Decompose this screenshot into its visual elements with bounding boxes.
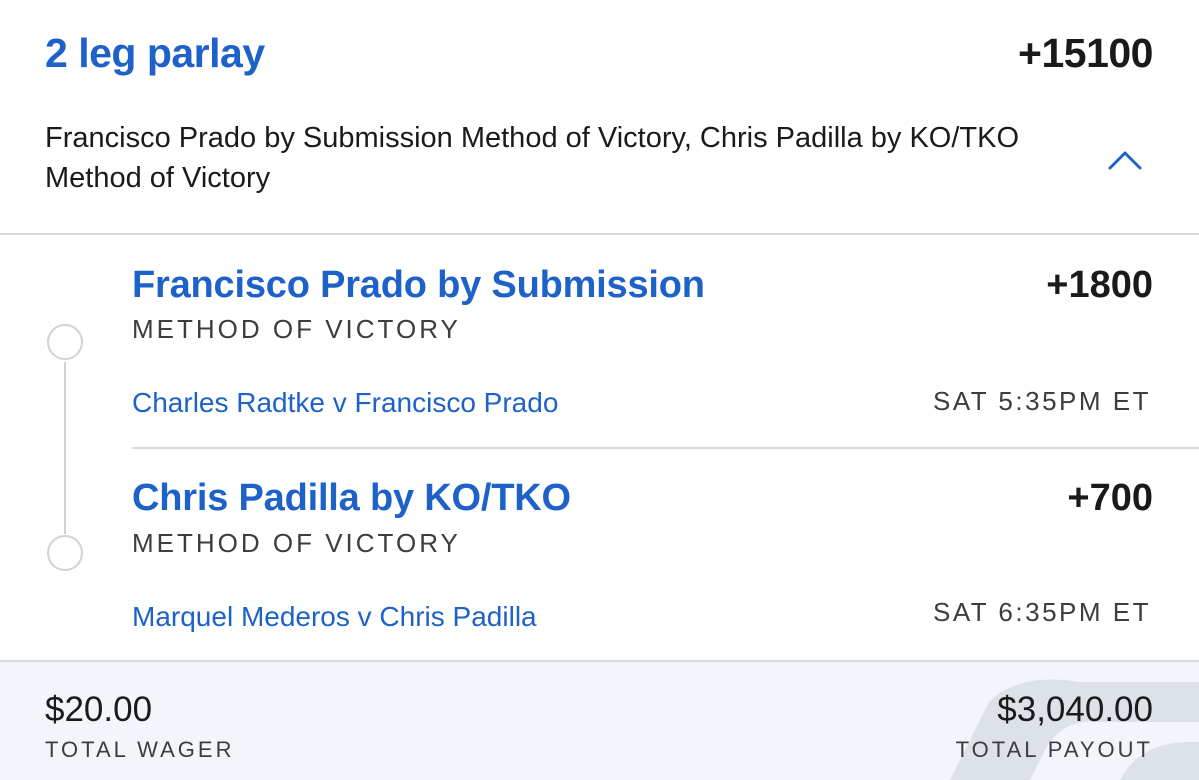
header-divider bbox=[0, 233, 1199, 235]
chevron-up-icon bbox=[1108, 151, 1142, 170]
leg-1-odds: +1800 bbox=[1046, 264, 1153, 306]
leg-1-selection: Francisco Prado by Submission bbox=[132, 264, 705, 306]
leg-1-event-link[interactable]: Charles Radtke v Francisco Prado bbox=[132, 387, 558, 419]
leg-2-start-time: SAT 6:35PM ET bbox=[933, 597, 1151, 627]
parlay-summary: Francisco Prado by Submission Method of … bbox=[45, 122, 1020, 194]
leg-2-market: METHOD OF VICTORY bbox=[132, 528, 461, 558]
bet-footer: $20.00 TOTAL WAGER $3,040.00 TOTAL PAYOU… bbox=[0, 660, 1199, 780]
leg-1-timeline-dot bbox=[47, 324, 83, 360]
leg-1-start-time: SAT 5:35PM ET bbox=[933, 386, 1151, 416]
leg-2-timeline-dot bbox=[47, 535, 83, 571]
parlay-title: 2 leg parlay bbox=[45, 30, 265, 76]
parlay-bet-card: 2 leg parlay +15100 Francisco Prado by S… bbox=[0, 0, 1199, 780]
leg-2-odds: +700 bbox=[1067, 477, 1153, 519]
total-wager-label: TOTAL WAGER bbox=[45, 737, 235, 762]
total-wager-amount: $20.00 bbox=[45, 690, 153, 729]
leg-2-selection: Chris Padilla by KO/TKO bbox=[132, 477, 571, 519]
total-payout-label: TOTAL PAYOUT bbox=[955, 737, 1153, 762]
leg-divider bbox=[132, 447, 1199, 449]
timeline-connector bbox=[64, 362, 66, 534]
total-payout-amount: $3,040.00 bbox=[997, 690, 1153, 729]
parlay-total-odds: +15100 bbox=[1018, 30, 1153, 76]
leg-2-event-link[interactable]: Marquel Mederos v Chris Padilla bbox=[132, 601, 537, 633]
collapse-button[interactable] bbox=[1100, 136, 1150, 180]
leg-1-market: METHOD OF VICTORY bbox=[132, 314, 461, 344]
